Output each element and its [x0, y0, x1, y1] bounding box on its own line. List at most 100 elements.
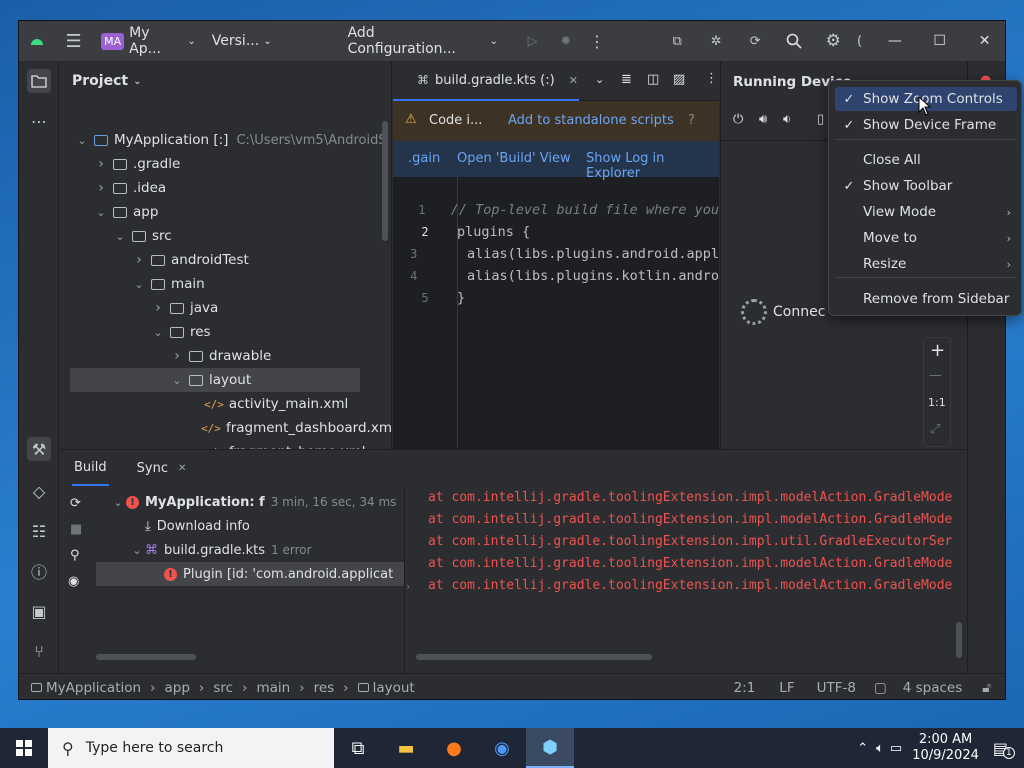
lock-icon[interactable]: 🔓︎: [982, 680, 991, 696]
tree-item[interactable]: ⌄ layout: [70, 368, 360, 392]
file-encoding[interactable]: UTF-8: [817, 680, 856, 696]
tree-item[interactable]: › .idea: [60, 176, 392, 200]
maximize-button[interactable]: ☐: [917, 21, 962, 61]
breadcrumb-item[interactable]: app: [164, 680, 189, 696]
context-menu-item[interactable]: Remove from Sidebar: [835, 287, 1017, 311]
chevron-right-icon[interactable]: ›: [93, 180, 109, 196]
tab-sync[interactable]: Sync: [137, 461, 168, 476]
context-menu-item[interactable]: ✓ Show Toolbar: [835, 174, 1017, 198]
context-menu-item[interactable]: View Mode ›: [835, 200, 1017, 224]
chevron-down-icon[interactable]: ⌄: [169, 374, 185, 387]
tree-item[interactable]: ⌄ src: [60, 224, 392, 248]
debug-icon[interactable]: ✹: [549, 27, 582, 55]
run-config-selector[interactable]: Add Configuration... ⌄: [348, 25, 498, 57]
breadcrumb-item[interactable]: res: [314, 680, 335, 696]
tree-item[interactable]: ⌄ main: [60, 272, 392, 296]
sync-gradle-icon[interactable]: ⟳: [736, 27, 775, 55]
context-menu-item[interactable]: Move to ›: [835, 226, 1017, 250]
tree-item[interactable]: › .gradle: [60, 152, 392, 176]
rotate-icon[interactable]: ▯: [817, 112, 824, 127]
chevron-down-icon[interactable]: ⌄: [93, 206, 109, 219]
tree-item[interactable]: </> activity_main.xml: [60, 392, 392, 416]
close-tab-icon[interactable]: ✕: [569, 74, 578, 87]
tree-item[interactable]: › drawable: [60, 344, 392, 368]
context-menu-item[interactable]: Close All: [835, 148, 1017, 172]
build-tree-item[interactable]: ⌄ ⌘ build.gradle.kts 1 error: [96, 538, 404, 562]
build-tree-item[interactable]: ⌄! MyApplication: f 3 min, 16 sec, 34 ms: [96, 490, 404, 514]
logcat-icon[interactable]: ☷: [27, 519, 51, 543]
problems-icon[interactable]: ⓘ: [27, 559, 51, 583]
chevron-right-icon[interactable]: ›: [169, 348, 185, 364]
help-icon[interactable]: ?: [688, 113, 695, 128]
zoom-fit-icon[interactable]: ⤢: [930, 422, 940, 437]
list-icon[interactable]: ≣: [621, 72, 632, 87]
tree-item[interactable]: ⌄ res: [60, 320, 392, 344]
android-studio-taskbar-icon[interactable]: ⬢: [526, 728, 574, 768]
breadcrumb-item[interactable]: layout: [373, 680, 415, 696]
stop-icon[interactable]: ■: [70, 522, 82, 537]
zoom-out-button[interactable]: —: [929, 368, 942, 383]
chevron-right-icon[interactable]: ›: [150, 300, 166, 316]
tabs-dropdown-icon[interactable]: ⌄: [595, 73, 604, 86]
chevron-right-icon[interactable]: ›: [131, 252, 147, 268]
context-menu-item[interactable]: Resize ›: [835, 252, 1017, 276]
show-log-link[interactable]: Show Log in Explorer: [586, 151, 719, 181]
device-manager-icon[interactable]: ⧉: [658, 27, 697, 55]
file-explorer-icon[interactable]: ▬: [382, 728, 430, 768]
build-tree-hscrollbar[interactable]: [96, 654, 196, 660]
minimize-button[interactable]: —: [872, 21, 917, 61]
build-log[interactable]: at com.intellij.gradle.toolingExtension.…: [428, 490, 966, 630]
tab-build[interactable]: Build: [72, 451, 109, 486]
power-icon[interactable]: ⏻: [733, 112, 743, 127]
context-menu-item[interactable]: ✓ Show Device Frame: [835, 113, 1017, 137]
rerun-icon[interactable]: ⟳: [70, 496, 81, 511]
settings-gear-icon[interactable]: ⚙: [814, 27, 853, 55]
build-log-hscrollbar[interactable]: [416, 654, 652, 660]
firefox-icon[interactable]: ●: [430, 728, 478, 768]
chevron-up-icon[interactable]: ⌃: [857, 741, 868, 756]
more-vertical-icon[interactable]: ⋮: [582, 27, 611, 55]
indent-setting[interactable]: 4 spaces: [903, 680, 963, 696]
tree-item[interactable]: ⌄ app: [60, 200, 392, 224]
breadcrumb-item[interactable]: src: [213, 680, 233, 696]
run-icon[interactable]: ▷: [516, 27, 549, 55]
task-view-icon[interactable]: ⧉: [334, 728, 382, 768]
clock[interactable]: 2:00 AM 10/9/2024: [912, 732, 979, 764]
search-icon[interactable]: [775, 27, 814, 55]
open-build-view-link[interactable]: Open 'Build' View: [457, 151, 571, 166]
main-menu-icon[interactable]: ☰: [54, 27, 93, 55]
breadcrumb-item[interactable]: main: [256, 680, 290, 696]
add-standalone-link[interactable]: Add to standalone scripts: [508, 113, 674, 128]
git-branch-icon[interactable]: ⑂: [27, 639, 51, 663]
more-vertical-icon[interactable]: ⋮: [705, 71, 718, 86]
terminal-icon[interactable]: ▣: [27, 599, 51, 623]
chevron-down-icon[interactable]: ⌄: [150, 326, 166, 339]
close-tab-icon[interactable]: ✕: [178, 463, 186, 474]
zoom-in-button[interactable]: +: [930, 340, 945, 361]
close-window-button[interactable]: ✕: [962, 21, 1005, 61]
caret-position[interactable]: 2:1: [734, 680, 756, 696]
build-tree-item[interactable]: ! Plugin [id: 'com.android.applicat: [96, 562, 404, 586]
bug-report-icon[interactable]: ✲: [697, 27, 736, 55]
volume-down-icon[interactable]: 🔉︎: [783, 112, 791, 127]
volume-up-icon[interactable]: 🔊︎: [759, 112, 767, 127]
preview-icon[interactable]: ▨: [673, 72, 685, 87]
eye-icon[interactable]: ◉: [68, 574, 79, 589]
breadcrumb-item[interactable]: MyApplication: [46, 680, 141, 696]
tree-item[interactable]: › java: [60, 296, 392, 320]
chevron-down-icon[interactable]: ⌄: [131, 278, 147, 291]
project-view-selector[interactable]: Project ⌄: [72, 73, 141, 89]
gain-link[interactable]: .gain: [408, 151, 440, 166]
overflow-icon[interactable]: (: [853, 27, 867, 55]
notification-center-icon[interactable]: ▤ 1: [993, 739, 1015, 759]
pin-icon[interactable]: ⚲: [70, 548, 80, 563]
gem-icon[interactable]: ◇: [27, 479, 51, 503]
project-scrollbar[interactable]: [382, 121, 388, 241]
build-tool-icon[interactable]: ⚒: [27, 437, 51, 461]
tree-item[interactable]: › androidTest: [60, 248, 392, 272]
project-tool-icon[interactable]: [27, 69, 51, 93]
windows-start-icon[interactable]: [0, 728, 48, 768]
tab-build-gradle[interactable]: ⌘ build.gradle.kts (:) ✕: [393, 61, 579, 101]
chrome-icon[interactable]: ◉: [478, 728, 526, 768]
chevron-down-icon[interactable]: ⌄: [112, 230, 128, 243]
